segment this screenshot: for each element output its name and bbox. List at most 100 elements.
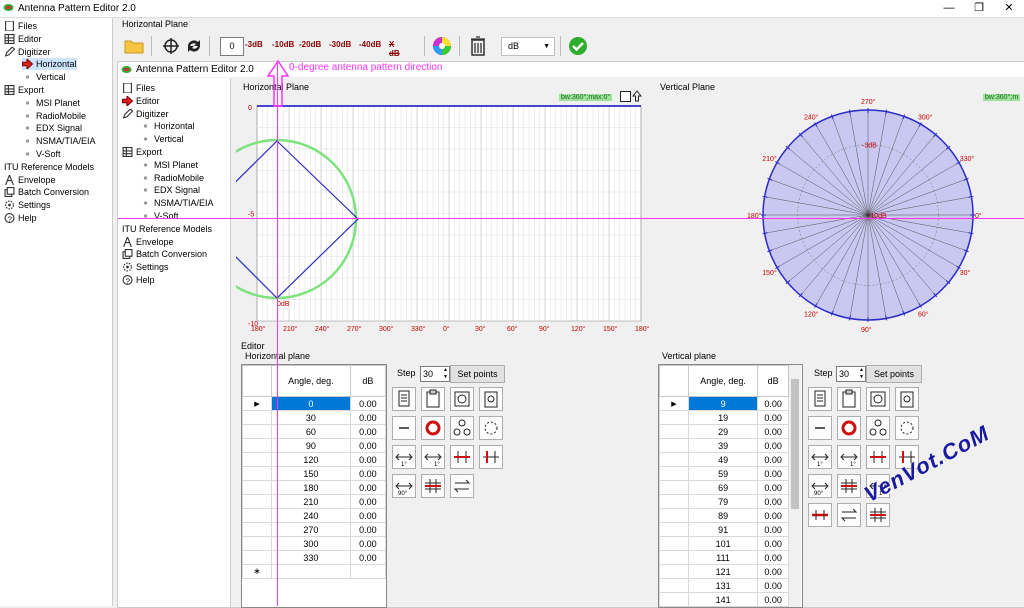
h-tool-r90-button[interactable]: 90° [392, 474, 416, 498]
v-tool-frame-button[interactable] [866, 387, 890, 411]
tree-item-settings[interactable]: Settings [4, 199, 51, 211]
refresh-icon[interactable] [185, 37, 203, 55]
db-cell[interactable]: 0.00 [349, 494, 386, 509]
table-row[interactable]: 180 0.00 [242, 480, 386, 495]
tree-item-horizontal[interactable]: Horizontal [140, 120, 195, 132]
angle-cell[interactable]: 79 [687, 494, 759, 509]
v-tool-doc-button[interactable] [808, 387, 832, 411]
tree-item-edx-signal[interactable]: EDX Signal [140, 184, 200, 196]
angle-cell[interactable]: 121 [687, 564, 759, 579]
db-cell[interactable]: 0.00 [757, 508, 789, 523]
table-row[interactable]: 111 0.00 [659, 550, 789, 565]
h-tool-clip-button[interactable] [421, 387, 445, 411]
tree-item-envelope[interactable]: Envelope [4, 174, 56, 186]
db-cell[interactable]: 0.00 [757, 410, 789, 425]
crosshair-icon[interactable] [162, 37, 180, 55]
angle-cell[interactable]: 131 [687, 578, 759, 593]
table-row[interactable]: 131 0.00 [659, 578, 789, 593]
v-tool-hash-button[interactable] [866, 503, 890, 527]
color-wheel-icon[interactable] [432, 36, 452, 56]
h-tool-flipH-button[interactable] [479, 445, 503, 469]
db-cell[interactable]: 0.00 [349, 536, 386, 551]
tree-item-help[interactable]: ? Help [122, 274, 155, 286]
horizontal-plane-chart[interactable]: 0-5-10180° 210° 240° 270° 300° 330° 0° 30° 60° 90… [236, 79, 651, 334]
table-row[interactable]: 39 0.00 [659, 438, 789, 453]
angle-cell[interactable]: 49 [687, 452, 759, 467]
v-set-points-button[interactable]: Set points [866, 365, 922, 383]
db-cell[interactable]: 0.00 [349, 410, 386, 425]
tree-item-vertical[interactable]: Vertical [140, 133, 184, 145]
table-row[interactable]: 29 0.00 [659, 424, 789, 439]
trash-icon[interactable] [470, 36, 486, 56]
vertical-plane-chart[interactable]: 270°300°330°0°30°60°90°120°150°180°210°2… [655, 79, 1024, 334]
v-tool-clip-button[interactable] [837, 387, 861, 411]
h-tool-clipo-button[interactable] [479, 387, 503, 411]
tree-item-radiomobile[interactable]: RadioMobile [22, 110, 86, 122]
db-button-1[interactable]: -10dB [272, 40, 294, 49]
db-cell[interactable]: 0.00 [349, 424, 386, 439]
v-tool-ring-button[interactable] [895, 416, 919, 440]
angle-cell[interactable]: 240 [271, 508, 351, 523]
v-tool-rotL-button[interactable]: 1° [808, 445, 832, 469]
table-row[interactable]: 60 0.00 [242, 424, 386, 439]
spinner-icon[interactable]: ▲ ▼ [859, 367, 864, 381]
table-row[interactable]: 89 0.00 [659, 508, 789, 523]
angle-cell[interactable]: 141 [687, 592, 759, 607]
v-tool-clipo-button[interactable] [895, 387, 919, 411]
tree-item-radiomobile[interactable]: RadioMobile [140, 172, 204, 184]
new-angle-cell[interactable] [271, 564, 351, 579]
db-cell[interactable]: 0.00 [757, 564, 789, 579]
db-cell[interactable]: 0.00 [349, 480, 386, 495]
db-cell[interactable]: 0.00 [757, 536, 789, 551]
angle-cell[interactable]: 69 [687, 480, 759, 495]
angle-cell[interactable]: 270 [271, 522, 351, 537]
tree-item-msi-planet[interactable]: MSI Planet [140, 159, 198, 171]
table-row[interactable]: 19 0.00 [659, 410, 789, 425]
table-row[interactable]: 91 0.00 [659, 522, 789, 537]
db-button-5[interactable]: X dB [389, 40, 400, 58]
angle-cell[interactable]: 60 [271, 424, 351, 439]
tree-item-files[interactable]: Files [4, 20, 37, 32]
unit-select[interactable]: dB ▼ [501, 37, 555, 56]
v-step-input[interactable]: 30 ▲ ▼ [836, 366, 866, 382]
table-row[interactable]: 101 0.00 [659, 536, 789, 551]
tree-item-editor[interactable]: Editor [4, 33, 42, 45]
table-row[interactable]: 210 0.00 [242, 494, 386, 509]
tree-item-vertical[interactable]: Vertical [22, 71, 66, 83]
column-header-angle[interactable]: Angle, deg. [687, 365, 759, 397]
db-cell[interactable]: 0.00 [757, 396, 789, 411]
angle-cell[interactable]: 180 [271, 480, 351, 495]
db-cell[interactable]: 0.00 [757, 578, 789, 593]
new-db-cell[interactable] [349, 564, 386, 579]
h-tool-flipV-button[interactable] [450, 445, 474, 469]
db-button-2[interactable]: -20dB [299, 40, 321, 49]
tree-item-help[interactable]: ? Help [4, 212, 37, 224]
v-tool-tri-button[interactable] [866, 416, 890, 440]
tree-item-itu-reference-models[interactable]: ITU Reference Models [4, 161, 94, 173]
h-tool-ring-button[interactable] [479, 416, 503, 440]
h-tool-hash-button[interactable] [421, 474, 445, 498]
tree-item-export[interactable]: Export [4, 84, 44, 96]
tree-item-editor[interactable]: Editor [122, 95, 160, 107]
db-cell[interactable]: 0.00 [349, 396, 386, 411]
angle-cell[interactable]: 120 [271, 452, 351, 467]
v-tool-minus-button[interactable] [808, 416, 832, 440]
db-cell[interactable]: 0.00 [349, 522, 386, 537]
h-step-input[interactable]: 30 ▲ ▼ [420, 366, 450, 382]
db-cell[interactable]: 0.00 [757, 494, 789, 509]
db-cell[interactable]: 0.00 [349, 466, 386, 481]
angle-cell[interactable]: 29 [687, 424, 759, 439]
angle-cell[interactable]: 89 [687, 508, 759, 523]
table-row[interactable]: 270 0.00 [242, 522, 386, 537]
column-header-db[interactable]: dB [349, 365, 386, 397]
table-row[interactable]: 141 0.00 [659, 592, 789, 607]
angle-cell[interactable]: 300 [271, 536, 351, 551]
v-tool-swap-button[interactable] [837, 503, 861, 527]
tree-item-nsma-tia-eia[interactable]: NSMA/TIA/EIA [22, 135, 96, 147]
db-cell[interactable]: 0.00 [349, 438, 386, 453]
h-tool-rotR-button[interactable]: 1° [421, 445, 445, 469]
h-tool-minus-button[interactable] [392, 416, 416, 440]
tree-item-export[interactable]: Export [122, 146, 162, 158]
h-set-points-button[interactable]: Set points [450, 365, 505, 383]
tree-item-envelope[interactable]: Envelope [122, 236, 174, 248]
